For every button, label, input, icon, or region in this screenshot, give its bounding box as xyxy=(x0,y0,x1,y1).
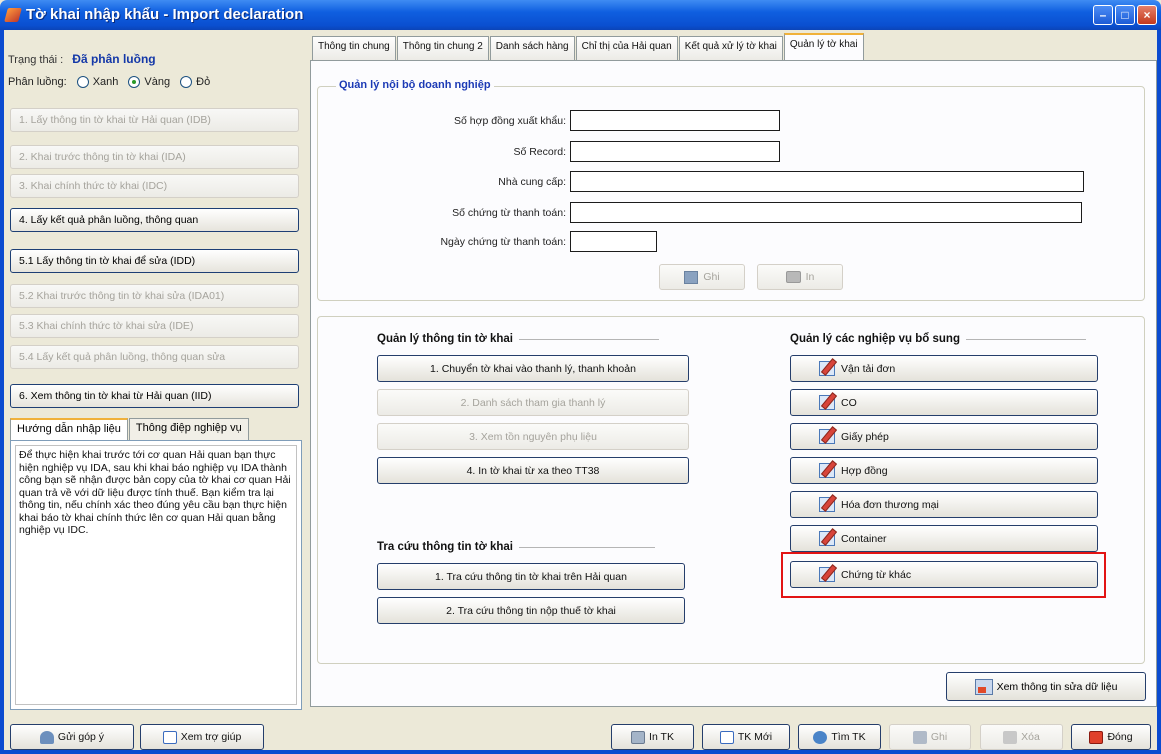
feedback-button[interactable]: Gửi góp ý xyxy=(10,724,134,750)
search-icon xyxy=(813,730,828,744)
permit-button[interactable]: Giấy phép xyxy=(790,423,1098,450)
internal-print-button[interactable]: In xyxy=(757,264,843,290)
help-button[interactable]: Xem trợ giúp xyxy=(140,724,264,750)
feedback-icon xyxy=(39,730,54,744)
floppy-disk-icon xyxy=(912,730,927,744)
close-button[interactable]: Đóng xyxy=(1071,724,1151,750)
radio-circle-icon xyxy=(180,76,193,88)
route-label: Phân luồng: xyxy=(8,76,67,88)
contract-button[interactable]: Hợp đồng xyxy=(790,457,1098,484)
payment-doc-date-label: Ngày chứng từ thanh toán: xyxy=(440,236,566,248)
co-button[interactable]: CO xyxy=(790,389,1098,416)
book-icon xyxy=(162,730,177,744)
internal-group-title: Quản lý nội bộ doanh nghiệp xyxy=(336,79,494,91)
floppy-disk-icon xyxy=(684,270,699,284)
liquidation-list-button[interactable]: 2. Danh sách tham gia thanh lý xyxy=(377,389,689,416)
tab-general-2[interactable]: Thông tin chung 2 xyxy=(396,36,489,60)
guide-panel: Để thực hiện khai trước tới cơ quan Hải … xyxy=(10,440,302,710)
minimize-button[interactable]: – xyxy=(1093,5,1113,25)
customs-lookup-button[interactable]: 1. Tra cứu thông tin tờ khai trên Hải qu… xyxy=(377,563,685,590)
tab-declaration-management[interactable]: Quản lý tờ khai xyxy=(783,33,864,60)
edit-icon xyxy=(819,531,835,546)
status-label: Trạng thái : xyxy=(8,54,64,66)
supplier-input[interactable] xyxy=(570,171,1084,192)
ide-button[interactable]: 5.3 Khai chính thức tờ khai sửa (IDE) xyxy=(10,314,299,338)
route-row: Phân luồng: Xanh Vàng Đỏ xyxy=(8,76,210,88)
radio-vang[interactable]: Vàng xyxy=(128,76,170,88)
bill-of-lading-button[interactable]: Vận tải đơn xyxy=(790,355,1098,382)
payment-doc-date-input[interactable] xyxy=(570,231,657,252)
internal-save-button[interactable]: Ghi xyxy=(659,264,745,290)
delete-icon xyxy=(1003,730,1018,744)
status-value: Đã phân luồng xyxy=(72,52,156,66)
tab-guide[interactable]: Hướng dẫn nhập liệu xyxy=(10,418,128,440)
close-window-button[interactable]: × xyxy=(1137,5,1157,25)
manage-section-title: Quản lý thông tin tờ khai xyxy=(377,333,659,345)
main-tabs: Thông tin chung Thông tin chung 2 Danh s… xyxy=(312,33,865,60)
record-number-label: Số Record: xyxy=(513,146,566,158)
radio-checked-icon xyxy=(128,76,141,88)
print-tk-button[interactable]: In TK xyxy=(611,724,694,750)
printer-icon xyxy=(631,730,646,744)
tab-general[interactable]: Thông tin chung xyxy=(312,36,396,60)
materials-stock-button[interactable]: 3. Xem tồn nguyên phụ liệu xyxy=(377,423,689,450)
contract-number-input[interactable] xyxy=(570,110,780,131)
ida-button[interactable]: 2. Khai trước thông tin tờ khai (IDA) xyxy=(10,145,299,169)
window-title: Tờ khai nhập khẩu - Import declaration xyxy=(26,6,304,23)
delete-button[interactable]: Xóa xyxy=(980,724,1063,750)
contract-number-label: Số hợp đồng xuất khẩu: xyxy=(454,115,566,127)
guide-tabs: Hướng dẫn nhập liệu Thông điệp nghiệp vụ xyxy=(10,418,250,440)
idd-button[interactable]: 5.1 Lấy thông tin tờ khai để sửa (IDD) xyxy=(10,249,299,273)
route-result-button[interactable]: 4. Lấy kết quả phân luồng, thông quan xyxy=(10,208,299,232)
radio-circle-icon xyxy=(76,76,89,88)
transfer-liquidation-button[interactable]: 1. Chuyển tờ khai vào thanh lý, thanh kh… xyxy=(377,355,689,382)
iid-button[interactable]: 6. Xem thông tin tờ khai từ Hải quan (II… xyxy=(10,384,299,408)
app-icon xyxy=(4,8,22,22)
idb-button[interactable]: 1. Lấy thông tin tờ khai từ Hải quan (ID… xyxy=(10,108,299,132)
new-document-icon xyxy=(719,730,734,744)
edit-icon xyxy=(819,497,835,512)
supplier-label: Nhà cung cấp: xyxy=(498,176,566,188)
tab-goods-list[interactable]: Danh sách hàng xyxy=(489,36,575,60)
tab-customs-instructions[interactable]: Chỉ thị của Hải quan xyxy=(575,36,678,60)
container-button[interactable]: Container xyxy=(790,525,1098,552)
tab-processing-result[interactable]: Kết quả xử lý tờ khai xyxy=(678,36,783,60)
tab-messages[interactable]: Thông điệp nghiệp vụ xyxy=(128,418,249,440)
edit-icon xyxy=(819,429,835,444)
extra-section-title: Quản lý các nghiệp vụ bổ sung xyxy=(790,333,1086,345)
lookup-section-title: Tra cứu thông tin tờ khai xyxy=(377,541,655,553)
title-bar: Tờ khai nhập khẩu - Import declaration –… xyxy=(0,0,1161,30)
guide-text: Để thực hiện khai trước tới cơ quan Hải … xyxy=(15,445,297,705)
edit-icon xyxy=(819,395,835,410)
status-row: Trạng thái : Đã phân luồng xyxy=(8,52,156,66)
idc-button[interactable]: 3. Khai chính thức tờ khai (IDC) xyxy=(10,174,299,198)
edit-icon xyxy=(819,463,835,478)
commercial-invoice-button[interactable]: Hóa đơn thương mại xyxy=(790,491,1098,518)
ida01-button[interactable]: 5.2 Khai trước thông tin tờ khai sửa (ID… xyxy=(10,284,299,308)
highlight-box xyxy=(781,552,1106,598)
maximize-button[interactable]: □ xyxy=(1115,5,1135,25)
edit-route-result-button[interactable]: 5.4 Lấy kết quả phân luồng, thông quan s… xyxy=(10,345,299,369)
radio-do[interactable]: Đỏ xyxy=(180,76,210,88)
close-icon xyxy=(1089,730,1104,744)
record-number-input[interactable] xyxy=(570,141,780,162)
tax-lookup-button[interactable]: 2. Tra cứu thông tin nộp thuế tờ khai xyxy=(377,597,685,624)
radio-xanh[interactable]: Xanh xyxy=(76,76,118,88)
view-edit-data-button[interactable]: Xem thông tin sửa dữ liệu xyxy=(946,672,1146,701)
edit-icon xyxy=(819,361,835,376)
payment-doc-number-label: Số chứng từ thanh toán: xyxy=(452,207,566,219)
printer-icon xyxy=(785,271,801,283)
new-tk-button[interactable]: TK Mới xyxy=(702,724,790,750)
save-button[interactable]: Ghi xyxy=(889,724,971,750)
view-data-icon xyxy=(974,678,993,695)
find-tk-button[interactable]: Tìm TK xyxy=(798,724,881,750)
remote-print-button[interactable]: 4. In tờ khai từ xa theo TT38 xyxy=(377,457,689,484)
payment-doc-number-input[interactable] xyxy=(570,202,1082,223)
